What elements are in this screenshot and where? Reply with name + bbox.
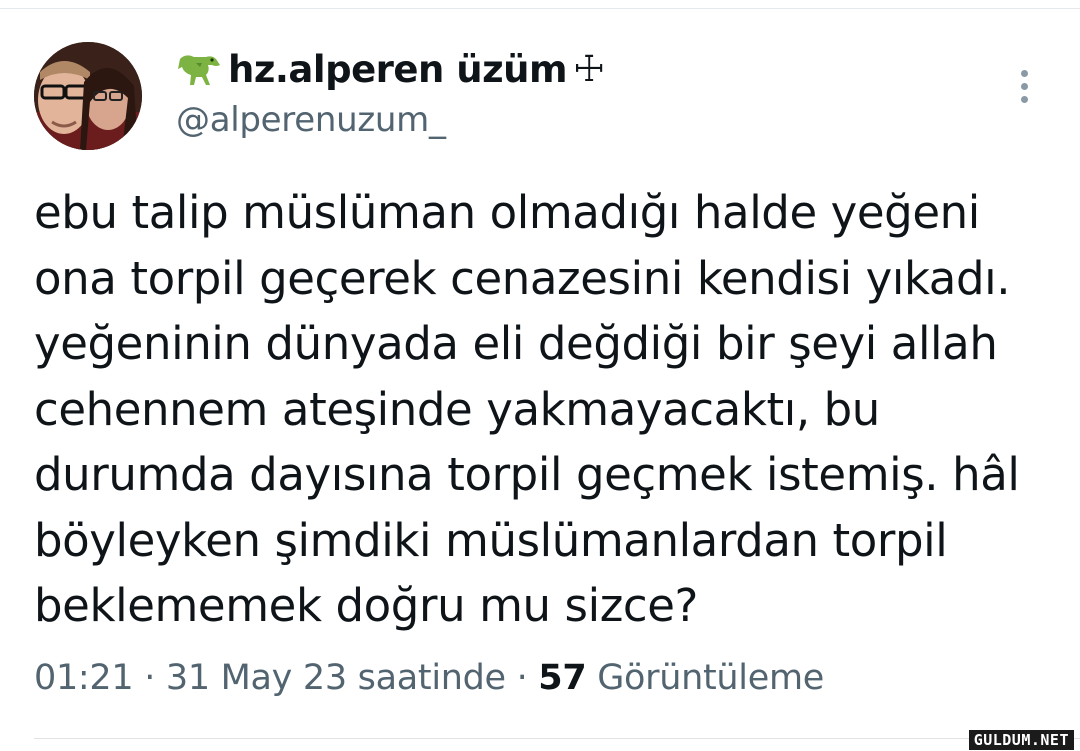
display-name[interactable]: hz.alperen üzüm ☩ xyxy=(176,48,605,91)
tweet-line: ebu talip müslüman olmadığı halde yeğeni xyxy=(34,186,980,239)
tweet-line: ona torpil geçerek cenazesini kendisi yı… xyxy=(34,251,1011,305)
avatar-photo xyxy=(34,42,142,150)
display-name-text: hz.alperen üzüm xyxy=(228,48,568,91)
views-count: 57 xyxy=(538,658,587,698)
more-vertical-icon-dot xyxy=(1020,69,1028,77)
views-label: Görüntüleme xyxy=(597,658,824,698)
bottom-divider xyxy=(34,738,1080,739)
watermark: GULDUM.NET xyxy=(968,730,1074,750)
meta-separator: · xyxy=(133,658,166,698)
tweet-meta: 01:21 · 31 May 23 saatinde · 57 Görüntül… xyxy=(34,658,824,698)
user-handle[interactable]: @alperenuzum_ xyxy=(176,100,446,140)
top-divider xyxy=(0,0,1080,9)
more-vertical-icon-dot xyxy=(1020,82,1028,90)
tweet-line: beklememek doğru mu sizce? xyxy=(34,579,699,632)
t-rex-icon xyxy=(178,54,220,85)
tweet-text: ebu talip müslüman olmadığı halde yeğeni… xyxy=(34,180,1064,639)
tweet-line: durumda dayısına torpil geçmek istemiş. … xyxy=(34,448,1020,501)
tweet-time[interactable]: 01:21 xyxy=(34,658,134,698)
cross-icon: ☩ xyxy=(573,49,605,90)
tweet-date[interactable]: 31 May 23 saatinde xyxy=(166,658,506,698)
meta-separator: · xyxy=(505,658,539,698)
tweet-line: cehennem ateşinde yakmayacaktı, bu xyxy=(34,382,880,436)
tweet-line: böyleyken şimdiki müslümanlardan torpil xyxy=(34,513,948,567)
avatar[interactable] xyxy=(34,42,142,150)
more-vertical-icon-dot xyxy=(1020,95,1028,103)
more-options-button[interactable] xyxy=(1006,62,1042,110)
tweet-line: yeğeninin dünyada eli değdiği bir şeyi a… xyxy=(34,317,998,370)
